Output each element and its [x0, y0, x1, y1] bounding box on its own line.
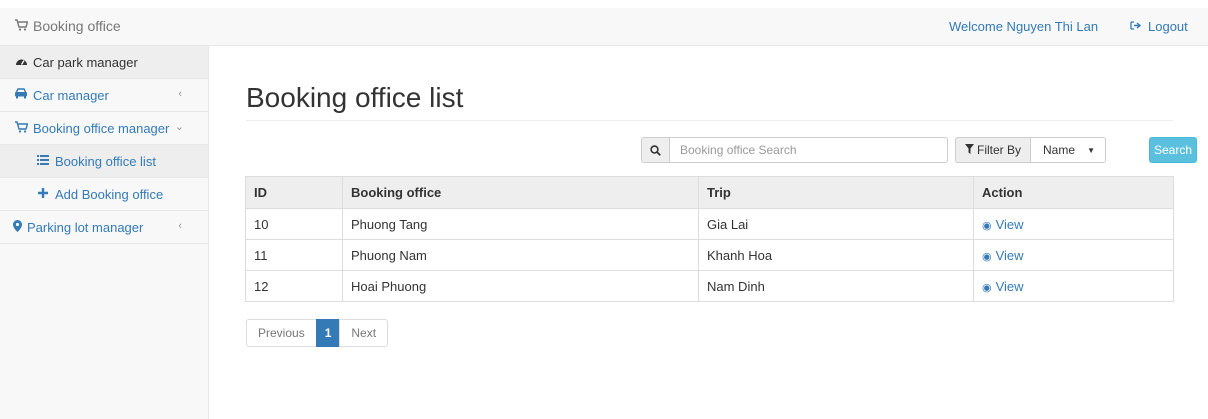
sidebar-item-label: Car park manager — [33, 54, 138, 70]
sidebar-item-car-manager[interactable]: Car manager ‹ — [0, 79, 208, 112]
filter-select[interactable]: Name ▼ — [1030, 137, 1107, 163]
cell-id: 11 — [245, 239, 343, 271]
view-link[interactable]: ◉ View — [973, 239, 1174, 271]
next-page-button[interactable]: Next — [339, 319, 389, 347]
brand-label: Booking office — [33, 18, 121, 34]
top-navbar: Booking office Welcome Nguyen Thi Lan Lo… — [0, 8, 1208, 46]
filter-icon — [965, 143, 974, 157]
search-input[interactable] — [669, 137, 948, 163]
caret-down-icon: ▼ — [1087, 145, 1096, 155]
search-group — [641, 137, 948, 163]
column-header-trip: Trip — [698, 176, 974, 209]
cell-id: 12 — [245, 270, 343, 302]
view-link[interactable]: ◉ View — [973, 208, 1174, 240]
cell-booking-office: Phuong Nam — [342, 239, 699, 271]
eye-icon: ◉ — [982, 281, 992, 294]
previous-page-button[interactable]: Previous — [246, 319, 317, 347]
page-1-button[interactable]: 1 — [315, 319, 341, 347]
main-content: Booking office list Filter By Name ▼ Sea… — [209, 46, 1208, 419]
plus-icon — [36, 187, 50, 201]
welcome-link[interactable]: Welcome Nguyen Thi Lan — [949, 19, 1098, 34]
cart-icon — [14, 120, 28, 136]
view-label: View — [995, 216, 1024, 232]
booking-office-table: ID Booking office Trip Action 10 Phuong … — [245, 176, 1174, 302]
cell-trip: Nam Dinh — [698, 270, 974, 302]
table-row: 11 Phuong Nam Khanh Hoa ◉ View — [245, 239, 1174, 271]
table-row: 10 Phuong Tang Gia Lai ◉ View — [245, 208, 1174, 240]
car-icon — [14, 88, 28, 102]
search-icon — [641, 137, 669, 163]
table-header-row: ID Booking office Trip Action — [245, 176, 1174, 209]
sidebar-item-add-booking-office[interactable]: Add Booking office — [0, 178, 208, 211]
chevron-left-icon: ‹ — [178, 88, 182, 100]
chevron-left-icon: ‹ — [178, 220, 182, 232]
chevron-down-icon: ⌄ — [174, 121, 184, 133]
dashboard-icon — [14, 55, 28, 70]
sidebar-item-label: Car manager — [33, 87, 109, 103]
cell-trip: Gia Lai — [698, 208, 974, 240]
sidebar-item-parking-lot-manager[interactable]: Parking lot manager ‹ — [0, 211, 208, 244]
sign-out-icon — [1130, 19, 1142, 34]
sidebar-item-label: Booking office manager — [33, 120, 170, 136]
filter-select-value: Name — [1043, 143, 1076, 157]
column-header-id: ID — [245, 176, 343, 209]
view-link[interactable]: ◉ View — [973, 270, 1174, 302]
divider — [246, 120, 1173, 121]
filter-group: Filter By Name ▼ — [955, 137, 1107, 163]
cell-trip: Khanh Hoa — [698, 239, 974, 271]
filter-label-text: Filter By — [977, 143, 1022, 157]
view-label: View — [995, 278, 1024, 294]
sidebar-item-label: Add Booking office — [55, 186, 164, 202]
cell-booking-office: Phuong Tang — [342, 208, 699, 240]
logout-label: Logout — [1148, 19, 1188, 34]
brand[interactable]: Booking office — [14, 18, 121, 34]
sidebar-item-car-park-manager[interactable]: Car park manager — [0, 46, 208, 79]
logout-link[interactable]: Logout — [1130, 19, 1188, 34]
cell-booking-office: Hoai Phuong — [342, 270, 699, 302]
sidebar: Car park manager Car manager ‹ Booking o… — [0, 46, 209, 419]
eye-icon: ◉ — [982, 219, 992, 232]
filter-label: Filter By — [955, 137, 1031, 163]
map-marker-icon — [12, 219, 22, 235]
sidebar-item-booking-office-manager[interactable]: Booking office manager ⌄ — [0, 112, 208, 145]
sidebar-item-label: Parking lot manager — [27, 219, 144, 235]
search-button[interactable]: Search — [1149, 137, 1197, 163]
sidebar-item-label: Booking office list — [55, 153, 156, 169]
column-header-action: Action — [973, 176, 1174, 209]
list-icon — [36, 154, 50, 168]
pagination: Previous 1 Next — [246, 319, 389, 347]
page-title: Booking office list — [246, 82, 464, 113]
cell-id: 10 — [245, 208, 343, 240]
cart-icon — [14, 18, 28, 34]
view-label: View — [995, 247, 1024, 263]
sidebar-item-booking-office-list[interactable]: Booking office list — [0, 145, 208, 178]
column-header-booking-office: Booking office — [342, 176, 699, 209]
eye-icon: ◉ — [982, 250, 992, 263]
table-row: 12 Hoai Phuong Nam Dinh ◉ View — [245, 270, 1174, 302]
